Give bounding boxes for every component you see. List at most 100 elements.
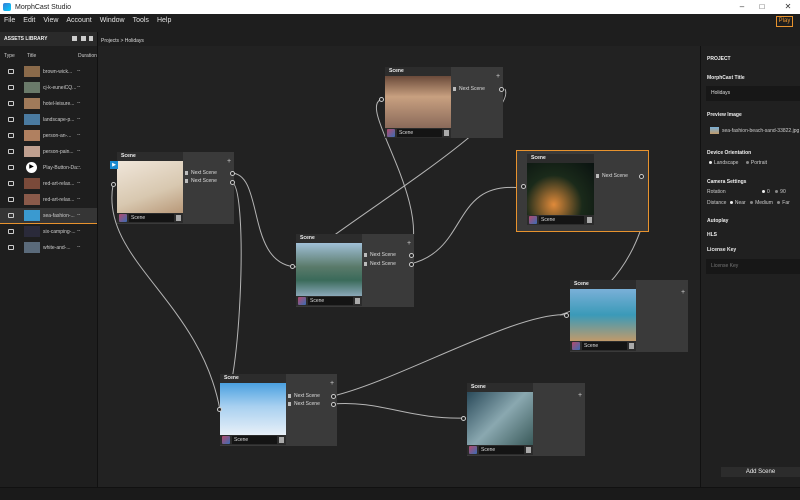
input-port[interactable] (379, 97, 384, 102)
add-output-icon[interactable]: + (578, 392, 582, 399)
menu-view[interactable]: View (39, 17, 62, 24)
add-scene-button[interactable]: Add Scene (721, 467, 800, 477)
scene-name-field[interactable]: Scene (397, 129, 442, 137)
preview-image-value[interactable]: sea-fashion-beach-sand-33822.jpg (710, 127, 799, 134)
trash-icon[interactable] (89, 36, 93, 41)
menu-file[interactable]: File (0, 17, 19, 24)
output-port[interactable] (639, 174, 644, 179)
radio-near[interactable] (729, 201, 733, 205)
folder-icon[interactable] (72, 36, 77, 41)
output-port[interactable] (331, 394, 336, 399)
menu-help[interactable]: Help (153, 17, 175, 24)
scene-name-field[interactable]: Scene (129, 214, 174, 222)
hls-label[interactable]: HLS (707, 232, 717, 238)
radio-portrait[interactable] (745, 161, 749, 165)
close-icon[interactable]: ✕ (776, 0, 800, 14)
menu-window[interactable]: Window (96, 17, 129, 24)
scene-name-field[interactable]: Scene (479, 446, 524, 454)
scene-node-header[interactable]: Scene (385, 67, 451, 76)
autoplay-label[interactable]: Autoplay (707, 218, 728, 224)
asset-item[interactable]: sea-fashion-... -- (0, 208, 97, 224)
scene-node[interactable]: Scene Scene Next Scene Next Scene + (217, 374, 337, 446)
output-port[interactable] (230, 171, 235, 176)
add-asset-icon[interactable] (81, 36, 86, 41)
input-port[interactable] (111, 182, 116, 187)
play-button[interactable]: Play (776, 16, 793, 27)
add-output-icon[interactable]: + (407, 240, 411, 247)
scene-node[interactable]: Scene Scene + (461, 383, 585, 456)
scene-node[interactable]: Scene Scene + (564, 280, 688, 352)
radio-medium[interactable] (750, 201, 754, 205)
column-title[interactable]: Title (27, 53, 36, 59)
asset-title: hotel-leisure... (43, 101, 75, 107)
trash-icon[interactable] (587, 217, 592, 223)
scene-node-header[interactable]: Scene (467, 383, 533, 392)
scene-name-field[interactable]: Scene (232, 436, 277, 444)
asset-item[interactable]: white-and-... -- (0, 240, 97, 256)
trash-icon[interactable] (444, 130, 449, 136)
menu-tools[interactable]: Tools (129, 17, 153, 24)
add-output-icon[interactable]: + (681, 289, 685, 296)
rotation-90-label[interactable]: 90 (780, 189, 786, 195)
output-port[interactable] (499, 87, 504, 92)
radio-far[interactable] (777, 201, 781, 205)
asset-item[interactable]: cj-k-euneiCQ... -- (0, 80, 97, 96)
scene-node-header[interactable]: Scene (570, 280, 636, 289)
trash-icon[interactable] (279, 437, 284, 443)
radio-rotation-90[interactable] (775, 190, 779, 194)
asset-duration: -- (77, 228, 81, 234)
menu-account[interactable]: Account (62, 17, 95, 24)
distance-medium-label[interactable]: Medium (755, 200, 773, 206)
radio-landscape[interactable] (709, 161, 712, 165)
maximize-icon[interactable]: □ (750, 0, 774, 14)
distance-far-label[interactable]: Far (782, 200, 790, 206)
input-port[interactable] (564, 313, 569, 318)
asset-item[interactable]: person-pain... -- (0, 144, 97, 160)
trash-icon[interactable] (355, 298, 360, 304)
column-duration[interactable]: Duration (78, 53, 97, 59)
output-port[interactable] (409, 262, 414, 267)
trash-icon[interactable] (526, 447, 531, 453)
input-port[interactable] (217, 407, 222, 412)
trash-icon[interactable] (176, 215, 181, 221)
license-key-input[interactable]: License Key (706, 259, 800, 274)
asset-item[interactable]: hotel-leisure... -- (0, 96, 97, 112)
asset-item[interactable]: brown-wick... -- (0, 64, 97, 80)
scene-node-header[interactable]: Scene (220, 374, 286, 383)
scene-node[interactable]: Scene Scene Next Scene Next Scene + (290, 234, 414, 307)
output-label: Next Scene (459, 86, 485, 92)
orientation-landscape-label[interactable]: Landscape (714, 160, 738, 166)
orientation-portrait-label[interactable]: Portrait (751, 160, 767, 166)
output-port[interactable] (409, 253, 414, 258)
add-output-icon[interactable]: + (330, 380, 334, 387)
input-port[interactable] (461, 416, 466, 421)
output-port[interactable] (331, 402, 336, 407)
morphcast-title-input[interactable]: Holidays (706, 86, 800, 101)
scene-node[interactable]: Scene Scene Next Scene + (379, 67, 504, 138)
scene-name-field[interactable]: Scene (539, 216, 584, 224)
menu-edit[interactable]: Edit (19, 17, 39, 24)
add-output-icon[interactable]: + (227, 158, 231, 165)
output-port[interactable] (230, 180, 235, 185)
asset-item[interactable]: landscape-p... -- (0, 112, 97, 128)
column-type[interactable]: Type (4, 53, 15, 59)
asset-item[interactable]: six-camping-... -- (0, 224, 97, 240)
rotation-0-label[interactable]: 0 (767, 189, 770, 195)
scene-name-field[interactable]: Scene (308, 297, 353, 305)
radio-rotation-0[interactable] (762, 190, 765, 194)
scene-node-selected[interactable]: Scene Scene Next Scene (516, 150, 649, 232)
trash-icon[interactable] (629, 343, 634, 349)
asset-item[interactable]: person-an-... -- (0, 128, 97, 144)
scene-name-field[interactable]: Scene (582, 342, 627, 350)
add-output-icon[interactable]: + (496, 73, 500, 80)
scene-node-header[interactable]: Scene (527, 154, 594, 163)
asset-item[interactable]: ▶ Play-Button-Da... -- (0, 160, 97, 176)
scene-node-header[interactable]: Scene (117, 152, 183, 161)
scene-node[interactable]: Scene ▶ Scene Next Scene Next Scene + (110, 152, 235, 224)
input-port[interactable] (290, 264, 295, 269)
scene-node-header[interactable]: Scene (296, 234, 362, 243)
asset-item[interactable]: red-art-relax... -- (0, 176, 97, 192)
input-port[interactable] (521, 184, 526, 189)
distance-near-label[interactable]: Near (735, 200, 746, 206)
asset-item[interactable]: red-art-relax... -- (0, 192, 97, 208)
